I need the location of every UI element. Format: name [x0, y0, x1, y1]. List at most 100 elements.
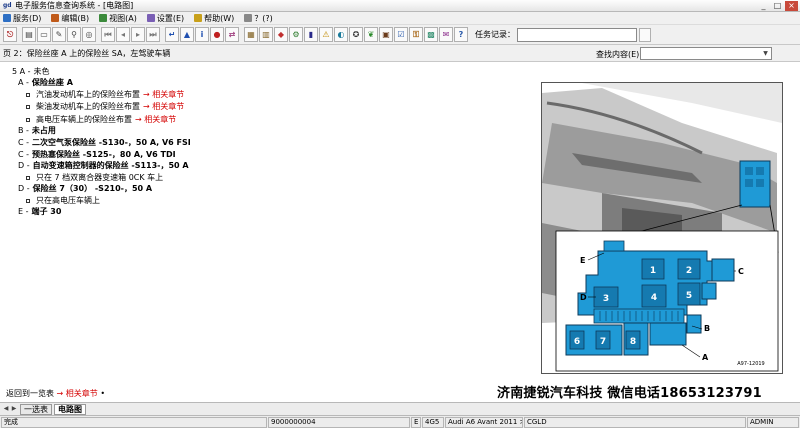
return-line: 返回到一览表 → 相关章节 • [6, 388, 105, 399]
return-link[interactable]: → 相关章节 [57, 389, 98, 398]
watermark: 济南捷锐汽车科技 微信电话18653123791 [497, 386, 762, 401]
bullet-icon [26, 175, 30, 180]
callout-d: D [580, 293, 587, 302]
task-log-input[interactable] [517, 27, 637, 42]
tool-icon[interactable]: ⚙ [289, 27, 303, 42]
related-chapter-link[interactable]: → 相关章节 [143, 102, 184, 111]
warning-icon[interactable]: ⚠ [319, 27, 333, 42]
tab-wiring-diagram[interactable]: 电路图 [54, 403, 86, 415]
page-title: 页 2：保险丝座 A 上的保险丝 SA，左驾驶车辆 [3, 48, 171, 58]
menu-icon [51, 14, 60, 22]
bullet-icon [26, 198, 30, 203]
document-content: 5 A - 未色 A - 保险丝座 A 汽油发动机车上的保险丝布置 → 相关章节 柴油发动机… [0, 62, 800, 402]
document-icon[interactable]: ▥ [259, 27, 273, 42]
fuse-number-1: 1 [650, 266, 656, 276]
item-prefix: E - [18, 207, 29, 216]
item-prefix: B - [18, 126, 29, 135]
zoom-icon[interactable]: ⚲ [67, 27, 81, 42]
bullet-icon [26, 92, 30, 97]
fuse-box-illustration: 1 2 3 4 5 6 7 8 E D C B A A97-12019 [542, 83, 782, 373]
task-log-button[interactable] [639, 27, 651, 42]
edit-icon[interactable]: ✎ [52, 27, 66, 42]
checklist-icon[interactable]: ☑ [394, 27, 408, 42]
print-icon[interactable]: ▤ [22, 27, 36, 42]
item-text: 只在 7 档双离合器变速箱 0CK 车上 [36, 173, 164, 182]
window-title: 电子服务信息查询系统 - [电路图] [15, 1, 134, 10]
prev-icon[interactable]: ◂ [116, 27, 130, 42]
fuse-number-3: 3 [603, 294, 609, 304]
note-icon[interactable]: ✉ [439, 27, 453, 42]
key-icon[interactable]: ⚿ [409, 27, 423, 42]
menu-item-2[interactable]: 视图(A) [99, 13, 137, 24]
last-icon[interactable]: ⏭ [146, 27, 160, 42]
menu-item-5[interactable]: ？(?) [244, 13, 273, 24]
book-icon[interactable]: ▮ [304, 27, 318, 42]
tab-scroll-right-icon[interactable]: ▶ [10, 404, 18, 414]
return-text: 返回到一览表 [6, 389, 54, 398]
app-logo-icon: gd [3, 1, 12, 9]
info-icon[interactable]: i [195, 27, 209, 42]
fuse-list-item: A - 保险丝座 A [18, 77, 73, 88]
wheel-icon[interactable]: ✪ [349, 27, 363, 42]
page-bar: 页 2：保险丝座 A 上的保险丝 SA，左驾驶车辆 查找内容(E)： ▼ [0, 45, 800, 62]
toolbar: ⎋ ▤ ▭ ✎ ⚲ ◎ ⏮ ◂ ▸ ⏭ ↵ ▲ i ● ⇄ ▦ ▥ ◆ ⚙ ▮ ⚠ ◐ ✪ ❦ ▣ ☑ ⚿ ▩ ✉? 任务记录： [0, 25, 800, 45]
schema-icon[interactable]: ▦ [244, 27, 258, 42]
stop-icon[interactable]: ● [210, 27, 224, 42]
item-text: 端子 30 [31, 207, 62, 216]
close-button[interactable]: × [785, 1, 798, 11]
menu-label: 视图(A) [109, 13, 137, 23]
menu-item-1[interactable]: 编辑(B) [51, 13, 89, 24]
menu-item-0[interactable]: 服务(D) [3, 13, 41, 24]
swap-icon[interactable]: ⇄ [225, 27, 239, 42]
open-icon[interactable]: ▭ [37, 27, 51, 42]
car-icon[interactable]: ◆ [274, 27, 288, 42]
map-icon[interactable]: ▩ [424, 27, 438, 42]
window-controls: _ □ × [757, 1, 798, 11]
fuse-list-item: 只在高电压车辆上 [26, 195, 100, 206]
chevron-down-icon[interactable]: ▼ [761, 49, 770, 58]
menu-label: 服务(D) [13, 13, 42, 23]
leaf-icon[interactable]: ❦ [364, 27, 378, 42]
tabs-bar: ◀ ▶ 一选表 电路图 [0, 402, 800, 415]
maximize-button[interactable]: □ [771, 1, 784, 11]
tab-scroll-left-icon[interactable]: ◀ [2, 404, 10, 414]
next-icon[interactable]: ▸ [131, 27, 145, 42]
find-dropdown[interactable]: ▼ [640, 47, 772, 60]
item-text: 汽油发动机车上的保险丝布置 [36, 90, 140, 99]
up-icon[interactable]: ▲ [180, 27, 194, 42]
item-text: 自动变速箱控制器的保险丝 -S113-，50 A [32, 161, 189, 170]
item-prefix: D - [18, 161, 30, 170]
item-text: 高电压车辆上的保险丝布置 [36, 115, 132, 124]
exit-icon[interactable]: ⎋ [3, 27, 17, 42]
help-icon[interactable]: ? [454, 27, 468, 42]
minimize-button[interactable]: _ [757, 1, 770, 11]
callout-a: A [702, 353, 709, 362]
menu-item-3[interactable]: 设置(E) [146, 13, 184, 24]
fuse-number-6: 6 [574, 337, 580, 347]
item-text: 未色 [33, 67, 50, 76]
related-chapter-link[interactable]: → 相关章节 [135, 115, 176, 124]
menu-icon [194, 14, 203, 22]
menu-item-4[interactable]: 帮助(W) [194, 13, 234, 24]
menu-label: 帮助(W) [204, 13, 235, 23]
related-chapter-link[interactable]: → 相关章节 [143, 90, 184, 99]
globe-icon[interactable]: ◐ [334, 27, 348, 42]
fuse-list-item: 只在 7 档双离合器变速箱 0CK 车上 [26, 172, 163, 183]
item-text: 预热塞保险丝 -S125-，80 A, V6 TDI [32, 150, 176, 159]
fuse-list-item: E - 端子 30 [18, 206, 61, 217]
search-icon[interactable]: ◎ [82, 27, 96, 42]
fuse-list-item: C - 二次空气泵保险丝 -S130-，50 A, V6 FSI [18, 137, 191, 148]
fuse-list-item: 汽油发动机车上的保险丝布置 → 相关章节 [26, 89, 184, 100]
item-text: 只在高电压车辆上 [36, 196, 100, 205]
item-text: 柴油发动机车上的保险丝布置 [36, 102, 140, 111]
engine-icon[interactable]: ▣ [379, 27, 393, 42]
callout-c: C [738, 267, 744, 276]
toolbar-buttons: ⎋ ▤ ▭ ✎ ⚲ ◎ ⏮ ◂ ▸ ⏭ ↵ ▲ i ● ⇄ ▦ ▥ ◆ ⚙ ▮ ⚠ ◐ ✪ ❦ ▣ ☑ ⚿ ▩ ✉? [3, 27, 469, 42]
first-icon[interactable]: ⏮ [101, 27, 115, 42]
status-model-code: 4G5 [422, 417, 444, 428]
return-icon[interactable]: ↵ [165, 27, 179, 42]
figure-id: A97-12019 [737, 361, 765, 367]
fuse-list-item: 高电压车辆上的保险丝布置 → 相关章节 [26, 114, 176, 125]
tab-overview[interactable]: 一选表 [20, 403, 52, 415]
status-code: 9000000004 [268, 417, 410, 428]
